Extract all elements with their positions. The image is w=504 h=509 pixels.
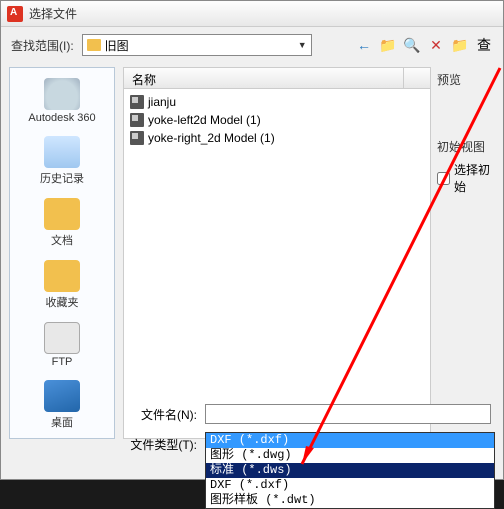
file-row[interactable]: jianju <box>130 93 424 111</box>
lookin-dropdown[interactable]: 旧图 ▼ <box>82 34 312 56</box>
filename-input[interactable] <box>205 404 491 424</box>
views-button[interactable]: 查 <box>475 36 493 54</box>
sidebar-item-label: Autodesk 360 <box>28 112 95 124</box>
initview-label: 初始视图 <box>437 138 497 155</box>
back-button[interactable]: ← <box>355 36 373 54</box>
file-pane: 名称 jianju yoke-left2d Model (1) yoke-rig… <box>123 67 431 439</box>
places-sidebar: Autodesk 360 历史记录 文档 收藏夹 FTP 桌面 <box>9 67 115 439</box>
cloud-icon <box>44 78 80 110</box>
filetype-label: 文件类型(T): <box>121 436 197 453</box>
folder-icon <box>87 39 101 51</box>
app-icon <box>7 6 23 22</box>
select-init-checkbox[interactable] <box>437 172 450 185</box>
filename-label: 文件名(N): <box>121 406 197 423</box>
file-dialog: 选择文件 查找范围(I): 旧图 ▼ ← 📁 🔍 ✕ 📁 查 Autodesk … <box>0 0 504 480</box>
filetype-option[interactable]: 标准 (*.dws) <box>206 463 494 478</box>
up-folder-button[interactable]: 📁 <box>379 36 397 54</box>
select-init-label: 选择初始 <box>454 161 497 195</box>
content: Autodesk 360 历史记录 文档 收藏夹 FTP 桌面 <box>1 63 503 443</box>
dialog-title: 选择文件 <box>29 5 77 22</box>
filetype-option[interactable]: DXF (*.dxf) <box>206 478 494 493</box>
file-name: jianju <box>148 95 176 109</box>
preview-section: 预览 <box>437 71 497 88</box>
sidebar-item-label: 历史记录 <box>40 170 84 186</box>
desktop-icon <box>44 380 80 412</box>
lookin-value: 旧图 <box>105 37 129 54</box>
preview-label: 预览 <box>437 71 497 88</box>
right-pane: 预览 初始视图 选择初始 <box>431 67 503 439</box>
lookin-label: 查找范围(I): <box>11 37 74 54</box>
chevron-down-icon: ▼ <box>298 40 307 50</box>
filetype-option[interactable]: 图形 (*.dwg) <box>206 448 494 463</box>
sidebar-item-history[interactable]: 历史记录 <box>16 132 108 190</box>
file-row[interactable]: yoke-left2d Model (1) <box>130 111 424 129</box>
nav-icons: ← 📁 🔍 ✕ 📁 查 <box>355 36 493 54</box>
favorites-icon <box>44 260 80 292</box>
toolbar: 查找范围(I): 旧图 ▼ ← 📁 🔍 ✕ 📁 查 <box>1 27 503 63</box>
sidebar-item-extra[interactable] <box>16 438 108 439</box>
sidebar-item-ftp[interactable]: FTP <box>16 318 108 372</box>
dxf-file-icon <box>130 113 144 127</box>
filetype-option[interactable]: DXF (*.dxf) <box>206 433 494 448</box>
file-list-header: 名称 <box>123 67 431 89</box>
sidebar-item-desktop[interactable]: 桌面 <box>16 376 108 434</box>
name-column-header[interactable]: 名称 <box>124 68 404 88</box>
search-web-button[interactable]: 🔍 <box>403 36 421 54</box>
dxf-file-icon <box>130 95 144 109</box>
dxf-file-icon <box>130 131 144 145</box>
file-row[interactable]: yoke-right_2d Model (1) <box>130 129 424 147</box>
sidebar-item-autodesk360[interactable]: Autodesk 360 <box>16 74 108 128</box>
sidebar-item-label: FTP <box>52 356 73 368</box>
sidebar-item-label: 文档 <box>51 232 73 248</box>
delete-button[interactable]: ✕ <box>427 36 445 54</box>
ftp-icon <box>44 322 80 354</box>
file-list[interactable]: jianju yoke-left2d Model (1) yoke-right_… <box>123 89 431 439</box>
filetype-option[interactable]: 图形样板 (*.dwt) <box>206 493 494 508</box>
new-folder-button[interactable]: 📁 <box>451 36 469 54</box>
file-name: yoke-right_2d Model (1) <box>148 131 275 145</box>
sidebar-item-label: 桌面 <box>51 414 73 430</box>
sidebar-item-label: 收藏夹 <box>46 294 79 310</box>
sidebar-item-documents[interactable]: 文档 <box>16 194 108 252</box>
file-name: yoke-left2d Model (1) <box>148 113 261 127</box>
filetype-dropdown-list: DXF (*.dxf) 图形 (*.dwg) 标准 (*.dws) DXF (*… <box>205 432 495 509</box>
select-init-row[interactable]: 选择初始 <box>437 161 497 195</box>
history-icon <box>44 136 80 168</box>
filename-row: 文件名(N): <box>121 401 491 427</box>
initview-section: 初始视图 选择初始 <box>437 138 497 195</box>
titlebar: 选择文件 <box>1 1 503 27</box>
sidebar-item-favorites[interactable]: 收藏夹 <box>16 256 108 314</box>
folder-icon <box>44 198 80 230</box>
